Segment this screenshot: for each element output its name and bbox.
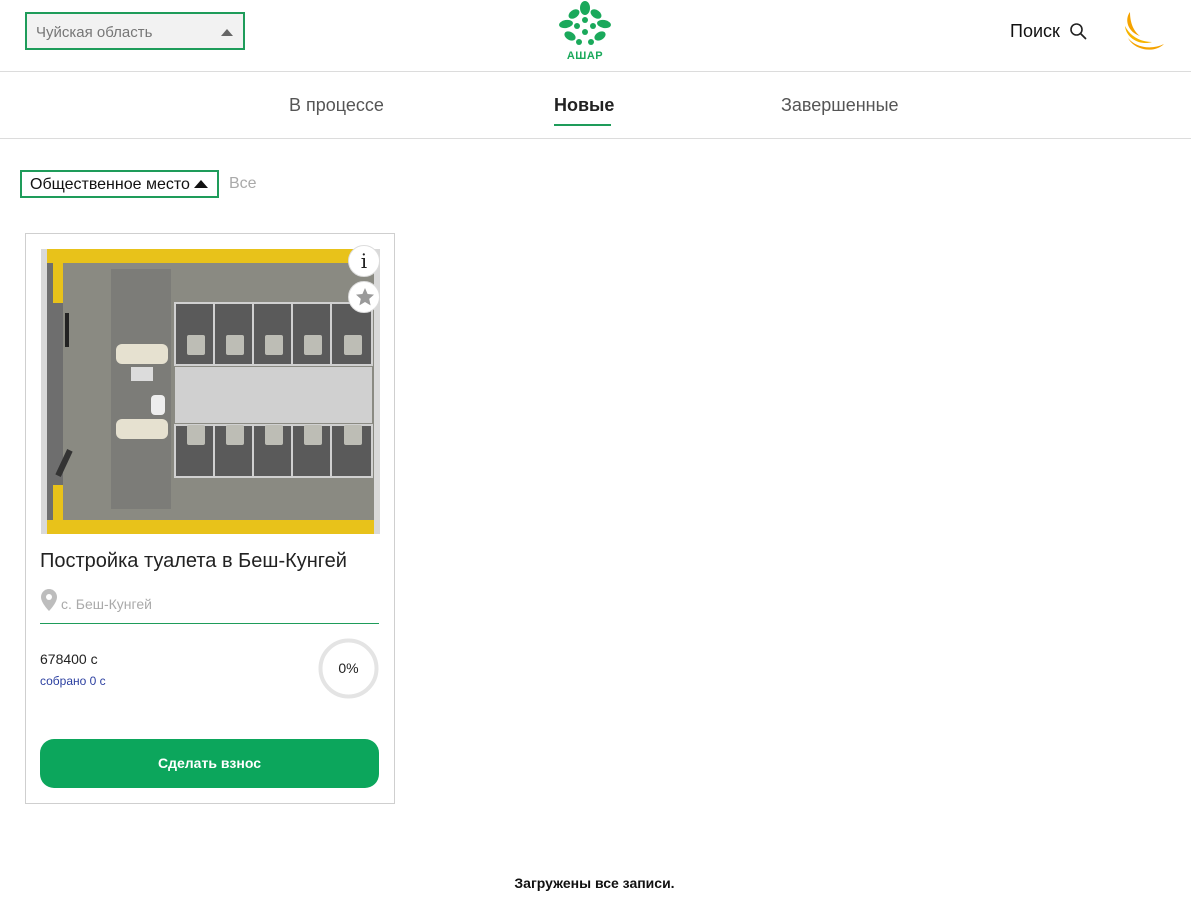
- category-select[interactable]: Общественное место: [20, 170, 219, 198]
- location-text: с. Беш-Кунгей: [61, 596, 152, 612]
- project-card[interactable]: i: [25, 233, 395, 804]
- caret-up-icon: [221, 29, 233, 36]
- donate-button[interactable]: Сделать взнос: [40, 739, 379, 788]
- all-loaded-message: Загружены все записи.: [514, 875, 675, 891]
- region-select-value: Чуйская область: [36, 24, 153, 41]
- info-button[interactable]: i: [348, 245, 380, 277]
- filter-all-link[interactable]: Все: [229, 175, 257, 193]
- ashar-logo[interactable]: АШАР: [556, 0, 614, 64]
- category-select-value: Общественное место: [30, 176, 190, 193]
- star-icon: [356, 288, 374, 306]
- region-select[interactable]: Чуйская область: [25, 12, 245, 50]
- logo-text: АШАР: [566, 50, 604, 62]
- project-title[interactable]: Постройка туалета в Беш-Кунгей: [40, 550, 347, 573]
- tab-new[interactable]: Новые: [554, 95, 614, 116]
- progress-percent: 0%: [338, 660, 359, 676]
- caret-up-icon: [194, 180, 208, 188]
- project-image[interactable]: [41, 249, 380, 534]
- tab-completed[interactable]: Завершенные: [781, 95, 899, 116]
- favorite-button[interactable]: [348, 281, 380, 313]
- search-label: Поиск: [1010, 20, 1060, 41]
- status-tabs: В процессе Новые Завершенные: [0, 72, 1191, 139]
- goal-amount: 678400 с: [40, 651, 98, 667]
- project-location: с. Беш-Кунгей: [40, 588, 379, 624]
- location-pin-icon: [41, 589, 57, 611]
- toilet-floorplan-image: [41, 249, 380, 534]
- collected-amount: собрано 0 с: [40, 674, 106, 688]
- search-icon: [1070, 23, 1087, 40]
- active-tab-indicator: [554, 124, 611, 126]
- tab-in-progress[interactable]: В процессе: [289, 95, 384, 116]
- sun-logo-icon[interactable]: [1122, 10, 1166, 52]
- header: Чуйская область АШАР Поиск: [0, 0, 1191, 72]
- ashar-tree-logo-icon: [559, 1, 611, 45]
- search-button[interactable]: Поиск: [1010, 20, 1087, 42]
